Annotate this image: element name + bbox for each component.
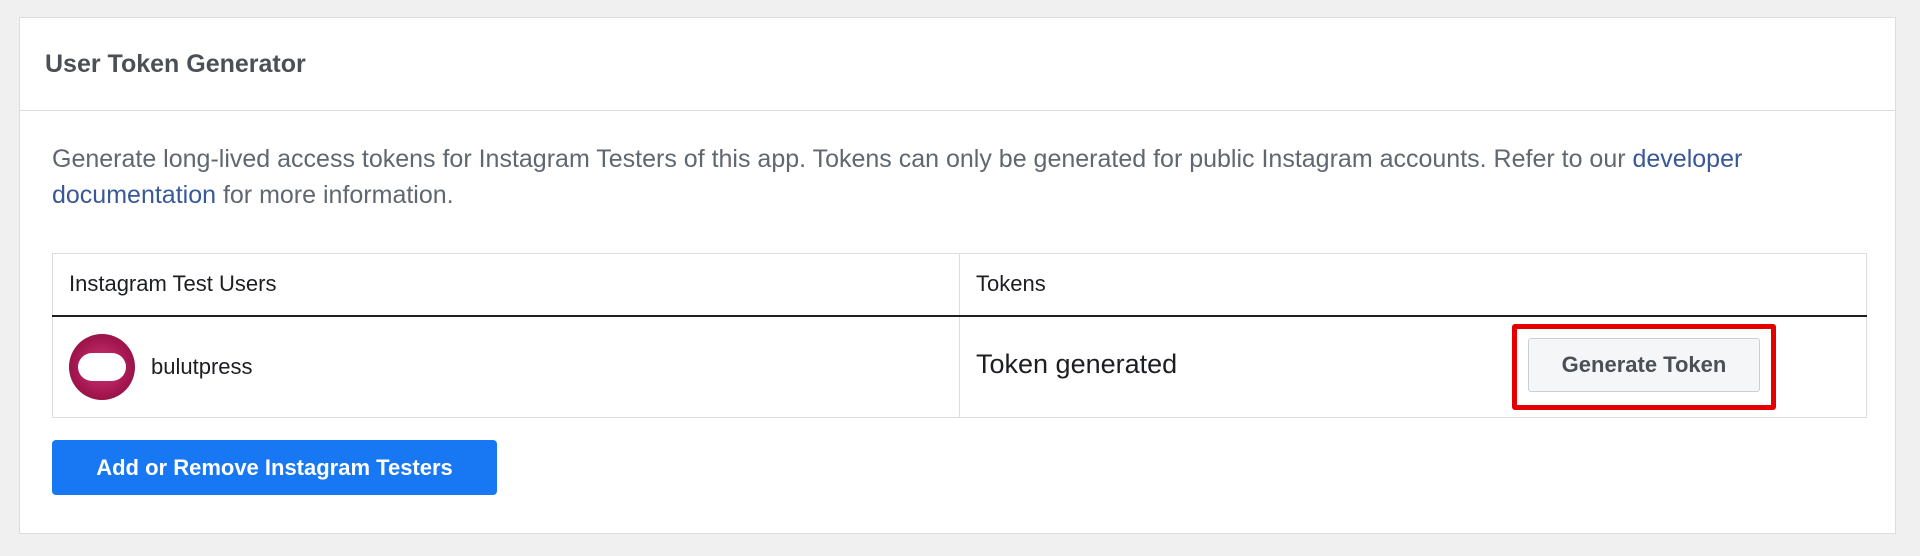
card-title: User Token Generator [45, 49, 306, 78]
description-text-after: for more information. [216, 181, 454, 209]
add-or-remove-testers-button[interactable]: Add or Remove Instagram Testers [52, 440, 497, 495]
description-text-before: Generate long-lived access tokens for In… [52, 145, 1633, 173]
column-header-test-users: Instagram Test Users [52, 253, 960, 317]
table-row: bulutpress Token generated Generate Toke… [52, 315, 1867, 418]
token-cell: Token generated Generate Token [959, 315, 1867, 418]
card-header: User Token Generator [20, 18, 1895, 111]
table-header-row: Instagram Test Users Tokens [52, 253, 1867, 317]
avatar-cloud-logo [78, 352, 126, 381]
generate-token-button[interactable]: Generate Token [1528, 337, 1760, 392]
token-status: Token generated [976, 348, 1178, 379]
testers-table: Instagram Test Users Tokens bulutpress T… [52, 253, 1867, 418]
avatar [69, 333, 135, 400]
user-cell: bulutpress [52, 315, 960, 418]
description-text: Generate long-lived access tokens for In… [52, 141, 1872, 213]
user-token-generator-card: User Token Generator Generate long-lived… [19, 17, 1896, 534]
user-name: bulutpress [151, 353, 253, 379]
column-header-tokens: Tokens [959, 253, 1867, 317]
